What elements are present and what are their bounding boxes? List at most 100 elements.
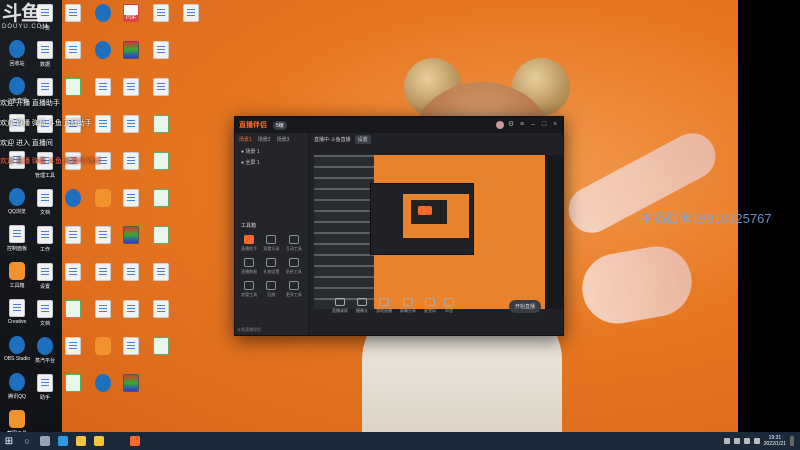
desktop-icon[interactable] bbox=[146, 300, 176, 330]
desktop-icon[interactable]: 回收站 bbox=[2, 40, 32, 70]
desktop-icon[interactable] bbox=[58, 263, 88, 293]
desktop-icon[interactable]: 工作 bbox=[30, 226, 60, 256]
avatar[interactable] bbox=[496, 121, 504, 129]
desktop-icon[interactable] bbox=[146, 78, 176, 108]
tool-sticker[interactable]: 贴纸工具 bbox=[284, 258, 304, 275]
desktop-icon[interactable] bbox=[116, 78, 146, 108]
desktop-icon[interactable] bbox=[88, 300, 118, 330]
screen-share-button[interactable]: 屏幕分享 bbox=[400, 298, 416, 314]
network-icon[interactable] bbox=[743, 438, 750, 444]
desktop-icon[interactable] bbox=[146, 152, 176, 182]
app-titlebar[interactable]: 直播伴侣 5级 ⚙ ≡ – □ × bbox=[235, 117, 563, 133]
desktop-icon[interactable]: QQ浏览 bbox=[2, 188, 32, 218]
desktop-icon[interactable] bbox=[116, 115, 146, 145]
camera-button[interactable]: 摄像头 bbox=[356, 298, 368, 314]
close-icon[interactable]: × bbox=[551, 121, 559, 129]
tab-scene-1[interactable]: 场景1 bbox=[239, 136, 252, 143]
tray-icon[interactable] bbox=[733, 438, 740, 444]
desktop-icon[interactable]: 文档 bbox=[30, 189, 60, 219]
desktop-icon[interactable] bbox=[146, 189, 176, 219]
tool-watch-history[interactable]: 观看记录 bbox=[261, 235, 281, 252]
desktop-icon[interactable] bbox=[88, 337, 118, 367]
desktop-icon[interactable] bbox=[88, 263, 118, 293]
desktop-icon[interactable] bbox=[116, 41, 146, 71]
stream-preview[interactable] bbox=[314, 155, 546, 309]
desktop-icon[interactable] bbox=[146, 337, 176, 367]
desktop-icon[interactable] bbox=[116, 226, 146, 256]
desktop-icon[interactable] bbox=[88, 78, 118, 108]
desktop-icon[interactable] bbox=[146, 41, 176, 71]
desktop-icon[interactable] bbox=[88, 226, 118, 256]
desktop-icon[interactable] bbox=[146, 263, 176, 293]
scene-item[interactable]: ● 场景 1 bbox=[235, 146, 308, 157]
desktop-icon[interactable]: 控制面板 bbox=[2, 225, 32, 255]
explorer-icon[interactable] bbox=[72, 432, 90, 450]
start-button[interactable]: ⊞ bbox=[0, 432, 18, 450]
desktop-icon[interactable]: 蒸汽平台 bbox=[30, 337, 60, 367]
show-desktop-button[interactable] bbox=[790, 436, 794, 446]
sound-button[interactable]: 声音 bbox=[444, 298, 454, 314]
desktop-icon[interactable] bbox=[116, 189, 146, 219]
steam-icon[interactable] bbox=[108, 432, 126, 450]
tool-more[interactable]: 更多工具 bbox=[284, 281, 304, 298]
taskview-icon[interactable] bbox=[36, 432, 54, 450]
screen-record-button[interactable]: 直播录屏 bbox=[332, 298, 348, 314]
microphone-button[interactable]: 麦克风 bbox=[424, 298, 436, 314]
desktop-icon[interactable] bbox=[116, 4, 146, 34]
desktop-icon[interactable]: 设置 bbox=[30, 263, 60, 293]
tool-room-admin[interactable]: 房管工具 bbox=[239, 281, 259, 298]
desktop-icon[interactable] bbox=[58, 300, 88, 330]
maximize-icon[interactable]: □ bbox=[540, 121, 548, 129]
tab-scene-3[interactable]: 场景3 bbox=[277, 136, 290, 143]
desktop-icon[interactable]: 助手 bbox=[30, 374, 60, 404]
desktop-icon[interactable]: 文档 bbox=[30, 300, 60, 330]
live-companion-window[interactable]: 直播伴侣 5级 ⚙ ≡ – □ × 场景1 场景2 场景3 ● 场景 1 ● 全… bbox=[234, 116, 564, 336]
settings-link[interactable]: 设置 bbox=[354, 134, 371, 144]
desktop-icon[interactable] bbox=[176, 4, 206, 34]
desktop-icon[interactable]: 工具箱 bbox=[2, 262, 32, 292]
desktop-icon[interactable]: Creative bbox=[2, 299, 32, 329]
game-live-button[interactable]: 游戏直播 bbox=[376, 298, 392, 314]
desktop-icon[interactable] bbox=[116, 152, 146, 182]
desktop-icon[interactable] bbox=[88, 4, 118, 34]
desktop-icon[interactable] bbox=[88, 374, 118, 404]
desktop-icon[interactable] bbox=[116, 263, 146, 293]
search-icon[interactable]: ○ bbox=[18, 432, 36, 450]
desktop-icon[interactable] bbox=[58, 78, 88, 108]
menu-icon[interactable]: ≡ bbox=[518, 121, 526, 129]
desktop-icon[interactable] bbox=[116, 337, 146, 367]
desktop-icon[interactable] bbox=[58, 4, 88, 34]
tool-replay[interactable]: 回放 bbox=[261, 281, 281, 298]
desktop-icon[interactable]: 数据 bbox=[30, 41, 60, 71]
desktop-icon[interactable]: OBS Studio bbox=[2, 336, 32, 366]
douyu-icon[interactable] bbox=[126, 432, 144, 450]
desktop-icon[interactable] bbox=[146, 115, 176, 145]
settings-icon[interactable]: ⚙ bbox=[507, 121, 515, 129]
desktop-icon[interactable]: 腾讯QQ bbox=[2, 373, 32, 403]
desktop-icon[interactable] bbox=[116, 374, 146, 404]
tool-live-data[interactable]: 直播数据 bbox=[239, 258, 259, 275]
desktop-icon[interactable] bbox=[58, 226, 88, 256]
clock[interactable]: 19:31 2022/1/21 bbox=[764, 435, 786, 447]
tool-interaction[interactable]: 互动工具 bbox=[284, 235, 304, 252]
desktop-icon[interactable] bbox=[58, 41, 88, 71]
desktop-icon[interactable] bbox=[88, 41, 118, 71]
start-live-button[interactable]: 开始直播 bbox=[508, 299, 541, 313]
scene-item[interactable]: ● 全屏 1 bbox=[235, 157, 308, 168]
tool-live-assistant[interactable]: 直播助手 bbox=[239, 235, 259, 252]
desktop-icon[interactable] bbox=[146, 4, 176, 34]
desktop-icon[interactable] bbox=[88, 115, 118, 145]
desktop-icon[interactable] bbox=[116, 300, 146, 330]
tool-gift-settings[interactable]: 礼物设置 bbox=[261, 258, 281, 275]
edge-icon[interactable] bbox=[54, 432, 72, 450]
minimize-icon[interactable]: – bbox=[529, 121, 537, 129]
desktop-icon[interactable] bbox=[58, 189, 88, 219]
desktop-icon[interactable] bbox=[88, 189, 118, 219]
folder-icon[interactable] bbox=[90, 432, 108, 450]
volume-icon[interactable] bbox=[753, 438, 760, 444]
desktop-icon[interactable] bbox=[146, 226, 176, 256]
tab-scene-2[interactable]: 场景2 bbox=[258, 136, 271, 143]
desktop-icon[interactable] bbox=[58, 374, 88, 404]
desktop-icon[interactable] bbox=[58, 337, 88, 367]
tray-icon[interactable] bbox=[723, 438, 730, 444]
